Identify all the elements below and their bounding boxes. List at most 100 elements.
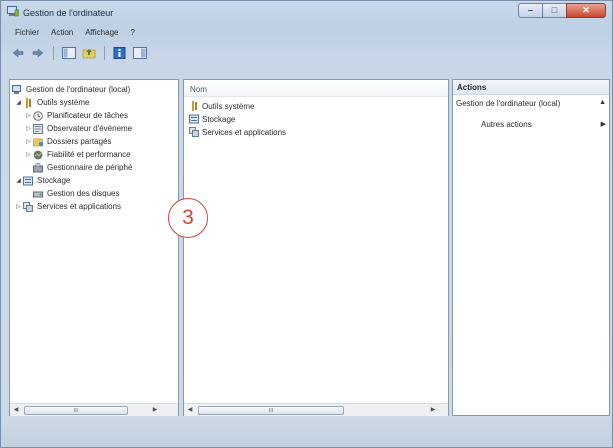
tree-item-label: Gestion de l'ordinateur (local) bbox=[26, 85, 131, 94]
close-button[interactable]: ✕ bbox=[566, 3, 606, 18]
disk-management-icon bbox=[33, 189, 44, 199]
list-item-storage[interactable]: Stockage bbox=[189, 113, 235, 125]
help-button[interactable] bbox=[111, 45, 129, 61]
maximize-icon: □ bbox=[551, 5, 558, 15]
toolbar-separator bbox=[104, 46, 105, 60]
tree-item-disk-management[interactable]: Gestion des disques bbox=[33, 187, 120, 200]
maximize-button[interactable]: □ bbox=[542, 3, 566, 18]
tree-item-task-scheduler[interactable]: ▷ Planificateur de tâches bbox=[24, 109, 128, 122]
tree-item-label: Observateur d'événeme bbox=[47, 124, 133, 133]
show-action-pane-button[interactable] bbox=[131, 45, 149, 61]
menu-bar: Fichier Action Affichage ? bbox=[1, 25, 612, 41]
tree-item-storage[interactable]: ◢ Stockage bbox=[14, 174, 70, 187]
more-actions-label: Autres actions bbox=[481, 120, 532, 129]
list-item-services-applications[interactable]: Services et applications bbox=[189, 126, 286, 138]
tree-item-label: Gestion des disques bbox=[47, 189, 120, 198]
tree-item-label: Stockage bbox=[37, 176, 71, 185]
tree-item-label: Planificateur de tâches bbox=[47, 111, 128, 120]
window-title: Gestion de l'ordinateur bbox=[23, 8, 114, 18]
help-icon bbox=[113, 47, 126, 59]
title-bar[interactable]: Gestion de l'ordinateur – □ ✕ bbox=[1, 1, 612, 23]
collapse-arrow-icon[interactable]: ◢ bbox=[14, 177, 23, 184]
back-button[interactable] bbox=[9, 45, 27, 61]
scrollbar-thumb[interactable]: III bbox=[198, 406, 344, 415]
scroll-right-icon[interactable]: ▶ bbox=[150, 406, 160, 415]
computer-management-window: Gestion de l'ordinateur – □ ✕ Fichier Ac… bbox=[0, 0, 613, 448]
collapse-arrow-icon[interactable]: ◢ bbox=[14, 99, 23, 106]
more-actions-item[interactable]: Autres actions ▶ bbox=[453, 118, 609, 132]
tree-item-root[interactable]: Gestion de l'ordinateur (local) bbox=[12, 83, 130, 96]
device-manager-icon bbox=[33, 162, 44, 173]
toolbar bbox=[1, 42, 612, 64]
scroll-left-icon[interactable]: ◀ bbox=[185, 406, 195, 415]
list-item-label: Services et applications bbox=[202, 127, 287, 137]
tools-icon bbox=[23, 97, 34, 108]
storage-icon bbox=[23, 176, 34, 186]
console-tree-icon bbox=[62, 47, 76, 59]
tree-item-label: Dossiers partagés bbox=[47, 137, 112, 146]
callout-number: 3 bbox=[182, 206, 194, 229]
expand-arrow-icon[interactable]: ▷ bbox=[24, 151, 33, 158]
column-header-name[interactable]: Nom bbox=[184, 80, 448, 97]
toolbar-separator bbox=[53, 46, 54, 60]
tree-item-label: Fiabilité et performance bbox=[47, 150, 131, 159]
scrollbar-thumb[interactable]: III bbox=[24, 406, 128, 415]
column-header-label: Nom bbox=[190, 85, 207, 94]
menu-help[interactable]: ? bbox=[124, 25, 140, 41]
horizontal-scrollbar[interactable]: ◀ III ▶ bbox=[10, 403, 178, 416]
close-icon: ✕ bbox=[582, 5, 590, 15]
list-item-label: Stockage bbox=[202, 114, 236, 124]
actions-section-label: Gestion de l'ordinateur (local) bbox=[456, 99, 561, 108]
tree-item-reliability-performance[interactable]: ▷ Fiabilité et performance bbox=[24, 148, 131, 161]
minimize-icon: – bbox=[527, 5, 533, 15]
show-console-tree-button[interactable] bbox=[60, 45, 78, 61]
minimize-button[interactable]: – bbox=[518, 3, 542, 18]
step-callout-badge: 3 bbox=[168, 198, 208, 238]
scroll-left-icon[interactable]: ◀ bbox=[11, 406, 21, 415]
list-item-label: Outils système bbox=[202, 101, 255, 111]
horizontal-scrollbar[interactable]: ◀ III ▶ bbox=[184, 403, 448, 416]
scrollbar-grip: III bbox=[268, 408, 274, 414]
expand-arrow-icon[interactable]: ▷ bbox=[24, 138, 33, 145]
forward-arrow-icon bbox=[32, 48, 44, 58]
tools-icon bbox=[189, 101, 200, 111]
back-arrow-icon bbox=[12, 48, 24, 58]
actions-header: Actions bbox=[453, 80, 609, 95]
tree-item-device-manager[interactable]: Gestionnaire de périphé bbox=[33, 161, 132, 174]
actions-section-computer-management[interactable]: Gestion de l'ordinateur (local) ▲ bbox=[453, 97, 609, 111]
menu-view[interactable]: Affichage bbox=[79, 25, 124, 41]
up-folder-icon bbox=[82, 49, 96, 59]
storage-icon bbox=[189, 114, 200, 124]
properties-panel-icon bbox=[133, 47, 147, 59]
computer-management-icon bbox=[7, 6, 19, 17]
expand-arrow-icon[interactable]: ▷ bbox=[24, 125, 33, 132]
collapse-up-icon[interactable]: ▲ bbox=[599, 99, 606, 106]
expand-arrow-icon[interactable]: ▷ bbox=[24, 112, 33, 119]
console-tree-pane: Gestion de l'ordinateur (local) ◢ Outils… bbox=[9, 79, 179, 416]
services-icon bbox=[23, 201, 34, 212]
performance-icon bbox=[33, 150, 44, 160]
list-item-system-tools[interactable]: Outils système bbox=[189, 100, 254, 112]
results-pane: Nom Outils système Stockage Services et … bbox=[183, 79, 449, 416]
tree-item-label: Outils système bbox=[37, 98, 90, 107]
tree-item-services-applications[interactable]: ▷ Services et applications bbox=[14, 200, 121, 213]
actions-pane: Actions Gestion de l'ordinateur (local) … bbox=[452, 79, 610, 416]
clock-icon bbox=[33, 110, 44, 121]
menu-action[interactable]: Action bbox=[45, 25, 79, 41]
scrollbar-grip: III bbox=[73, 408, 79, 414]
tree-item-shared-folders[interactable]: ▷ Dossiers partagés bbox=[24, 135, 111, 148]
tree-item-event-viewer[interactable]: ▷ Observateur d'événeme bbox=[24, 122, 132, 135]
menu-file[interactable]: Fichier bbox=[9, 25, 45, 41]
up-one-level-button[interactable] bbox=[80, 45, 98, 61]
services-icon bbox=[189, 127, 200, 137]
forward-button[interactable] bbox=[29, 45, 47, 61]
computer-management-icon bbox=[12, 84, 23, 95]
tree-item-label: Gestionnaire de périphé bbox=[47, 163, 133, 172]
actions-title: Actions bbox=[457, 83, 487, 92]
status-bar bbox=[1, 419, 612, 447]
expand-arrow-icon[interactable]: ▷ bbox=[14, 203, 23, 210]
tree-item-label: Services et applications bbox=[37, 202, 122, 211]
scroll-right-icon[interactable]: ▶ bbox=[428, 406, 438, 415]
event-viewer-icon bbox=[33, 123, 44, 134]
tree-item-system-tools[interactable]: ◢ Outils système bbox=[14, 96, 89, 109]
